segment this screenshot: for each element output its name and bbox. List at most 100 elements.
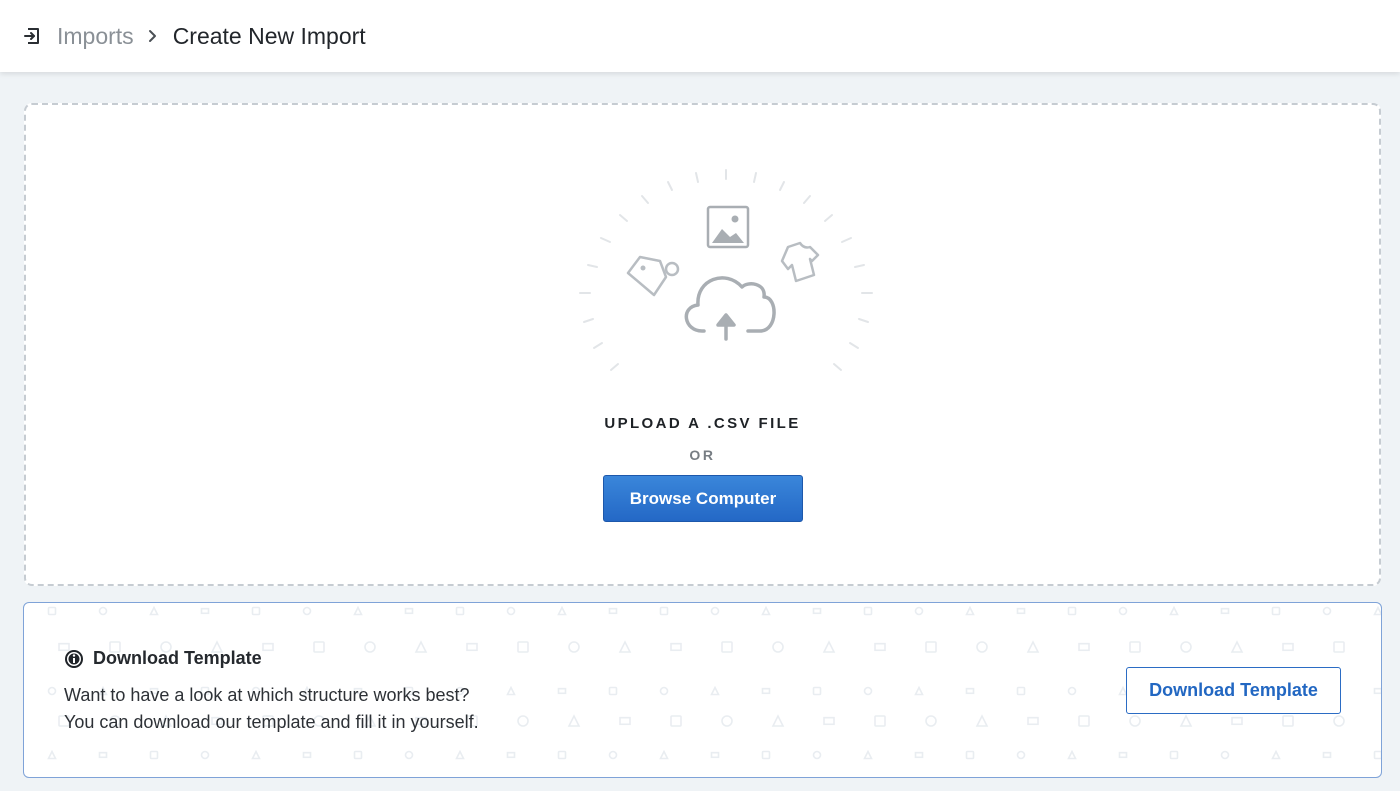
pattern-mark — [670, 642, 682, 652]
pattern-mark — [1169, 605, 1179, 616]
pattern-mark — [506, 606, 516, 616]
pattern-mark — [659, 686, 669, 696]
pattern-mark — [1129, 641, 1141, 653]
cloud-upload-icon — [684, 276, 776, 341]
pattern-mark — [364, 641, 376, 653]
pattern-mark — [965, 687, 975, 695]
pattern-mark — [1180, 641, 1192, 653]
pattern-mark — [353, 750, 363, 760]
pattern-mark — [557, 687, 567, 695]
browse-computer-button[interactable]: Browse Computer — [603, 475, 803, 522]
pattern-mark — [975, 714, 989, 727]
template-title: Download Template — [93, 648, 262, 668]
pattern-mark — [455, 749, 465, 760]
pattern-mark — [965, 750, 975, 760]
pattern-mark — [761, 750, 771, 760]
pattern-mark — [925, 641, 937, 653]
template-title-row: Download Template — [64, 648, 262, 669]
pattern-mark — [608, 607, 618, 615]
pattern-mark — [761, 687, 771, 695]
pattern-mark — [1322, 606, 1332, 616]
pattern-mark — [1282, 715, 1294, 727]
pattern-mark — [874, 715, 886, 727]
or-label: OR — [689, 447, 716, 463]
pattern-mark — [619, 716, 631, 726]
pattern-mark — [608, 750, 618, 760]
pattern-mark — [1271, 606, 1281, 616]
upload-illustration — [579, 169, 873, 371]
pattern-mark — [567, 714, 581, 727]
breadcrumb-imports-link[interactable]: Imports — [57, 23, 134, 50]
pattern-mark — [517, 715, 529, 727]
pattern-mark — [710, 751, 720, 759]
pattern-mark — [1027, 716, 1039, 726]
pattern-mark — [1026, 640, 1040, 653]
pattern-mark — [1078, 642, 1090, 652]
pattern-mark — [1373, 605, 1381, 616]
pattern-mark — [557, 605, 567, 616]
pattern-mark — [1333, 641, 1345, 653]
template-description-line-2: You can download our template and fill i… — [64, 712, 479, 732]
pattern-mark — [1322, 751, 1332, 759]
pattern-mark — [1016, 607, 1026, 615]
pattern-mark — [863, 606, 873, 616]
pattern-mark — [914, 685, 924, 696]
pattern-mark — [976, 641, 988, 653]
upload-dropzone[interactable]: UPLOAD A .CSV FILE OR Browse Computer — [24, 103, 1381, 586]
pattern-mark — [1067, 606, 1077, 616]
pattern-mark — [721, 715, 733, 727]
pattern-mark — [302, 751, 312, 759]
pattern-mark — [618, 640, 632, 653]
pattern-mark — [608, 686, 618, 696]
info-icon — [64, 649, 84, 669]
template-description-line-1: Want to have a look at which structure w… — [64, 685, 470, 705]
tag-icon — [626, 255, 680, 297]
page-header: Imports Create New Import — [0, 0, 1400, 72]
pattern-mark — [659, 606, 669, 616]
pattern-mark — [313, 641, 325, 653]
pattern-mark — [1373, 750, 1381, 760]
pattern-mark — [251, 749, 261, 760]
pattern-mark — [302, 606, 312, 616]
page-title: Create New Import — [172, 22, 366, 49]
pattern-mark — [47, 749, 57, 760]
pattern-mark — [149, 750, 159, 760]
pattern-mark — [1231, 716, 1243, 726]
pattern-mark — [568, 641, 580, 653]
pattern-mark — [1179, 714, 1193, 727]
image-icon — [706, 205, 750, 249]
pattern-mark — [404, 750, 414, 760]
pattern-mark — [812, 607, 822, 615]
pattern-mark — [1118, 606, 1128, 616]
pattern-mark — [761, 605, 771, 616]
pattern-mark — [149, 605, 159, 616]
pattern-mark — [1067, 686, 1077, 696]
pattern-mark — [965, 605, 975, 616]
pattern-mark — [1078, 715, 1090, 727]
pattern-mark — [710, 685, 720, 696]
pattern-mark — [404, 607, 414, 615]
pattern-mark — [455, 606, 465, 616]
pattern-mark — [200, 750, 210, 760]
pattern-mark — [200, 607, 210, 615]
download-template-panel: Download Template Want to have a look at… — [23, 602, 1382, 778]
pattern-mark — [251, 606, 261, 616]
pattern-mark — [262, 642, 274, 652]
pattern-mark — [98, 751, 108, 759]
pattern-mark — [1333, 715, 1345, 727]
pattern-mark — [1016, 750, 1026, 760]
chevron-right-icon — [148, 29, 158, 43]
pattern-mark — [863, 686, 873, 696]
pattern-mark — [659, 749, 669, 760]
pattern-mark — [1373, 687, 1381, 695]
upload-label: UPLOAD A .CSV FILE — [604, 415, 801, 432]
pattern-mark — [1129, 715, 1141, 727]
pattern-mark — [414, 640, 428, 653]
download-template-button[interactable]: Download Template — [1126, 667, 1341, 714]
pattern-mark — [506, 751, 516, 759]
pattern-mark — [506, 685, 516, 696]
pattern-mark — [47, 606, 57, 616]
pattern-mark — [1118, 751, 1128, 759]
pattern-mark — [822, 640, 836, 653]
pattern-mark — [914, 606, 924, 616]
